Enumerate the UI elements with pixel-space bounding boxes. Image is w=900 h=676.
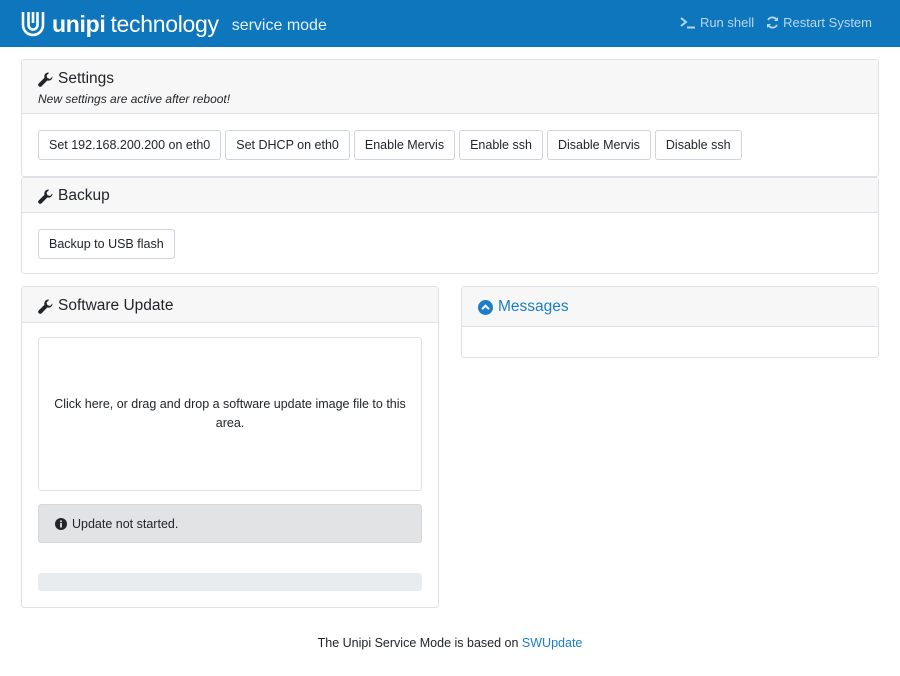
software-update-card: Software Update Click here, or drag and …: [21, 286, 439, 608]
set-dhcp-button[interactable]: Set DHCP on eth0: [225, 130, 350, 160]
wrench-icon: [38, 188, 53, 204]
software-update-title-row: Software Update: [38, 297, 422, 315]
restart-system-label: Restart System: [783, 15, 872, 30]
chevron-up-circle-icon: [478, 299, 493, 315]
unipi-logo-icon: [21, 12, 45, 37]
enable-mervis-button[interactable]: Enable Mervis: [353, 130, 456, 160]
info-circle-icon: [55, 517, 67, 530]
disable-ssh-button[interactable]: Disable ssh: [654, 130, 742, 160]
messages-toggle[interactable]: Messages: [478, 298, 862, 316]
settings-buttons: Set 192.168.200.200 on eth0 Set DHCP on e…: [38, 130, 746, 160]
settings-header: Settings New settings are active after r…: [22, 60, 878, 114]
nav-links: Run shell Restart System: [680, 15, 872, 30]
backup-buttons: Backup to USB flash: [38, 229, 179, 259]
navbar: unipi technology service mode Run shell …: [0, 0, 900, 47]
terminal-icon: [680, 16, 695, 28]
swupdate-link[interactable]: SWUpdate: [522, 636, 582, 650]
footer-text: The Unipi Service Mode is based on: [317, 636, 519, 650]
software-update-header: Software Update: [22, 287, 438, 323]
wrench-icon: [38, 71, 53, 87]
settings-title-row: Settings: [38, 70, 862, 88]
backup-title: Backup: [58, 187, 110, 204]
run-shell-label: Run shell: [699, 15, 755, 30]
wrench-icon: [38, 298, 53, 314]
dropzone-text: Click here, or drag and drop a software …: [54, 397, 406, 430]
settings-subtitle: New settings are active after reboot!: [38, 92, 231, 106]
brand-unipi: unipi: [52, 10, 106, 37]
software-update-title: Software Update: [58, 297, 174, 314]
settings-card: Settings New settings are active after r…: [21, 59, 879, 177]
backup-card: Backup Backup to USB flash: [21, 177, 879, 274]
messages-card: Messages: [461, 286, 879, 358]
settings-title: Settings: [58, 70, 115, 87]
backup-usb-button[interactable]: Backup to USB flash: [38, 229, 175, 259]
restart-system-link[interactable]: Restart System: [766, 15, 872, 30]
disable-mervis-button[interactable]: Disable Mervis: [546, 130, 651, 160]
messages-title: Messages: [498, 298, 569, 315]
footer: The Unipi Service Mode is based on SWUpd…: [0, 636, 900, 650]
update-progress-bar: [38, 573, 422, 591]
set-static-ip-button[interactable]: Set 192.168.200.200 on eth0: [38, 130, 222, 160]
enable-ssh-button[interactable]: Enable ssh: [459, 130, 543, 160]
messages-header: Messages: [462, 287, 878, 327]
brand[interactable]: unipi technology service mode: [20, 9, 327, 39]
update-status: Update not started.: [38, 504, 422, 543]
brand-mode: service mode: [231, 16, 327, 34]
update-status-text: Update not started.: [72, 516, 179, 531]
update-dropzone[interactable]: Click here, or drag and drop a software …: [38, 337, 422, 491]
run-shell-link[interactable]: Run shell: [680, 15, 754, 30]
refresh-icon: [767, 16, 779, 29]
brand-technology: technology: [110, 10, 219, 37]
backup-title-row: Backup: [38, 187, 862, 205]
backup-header: Backup: [22, 178, 878, 213]
